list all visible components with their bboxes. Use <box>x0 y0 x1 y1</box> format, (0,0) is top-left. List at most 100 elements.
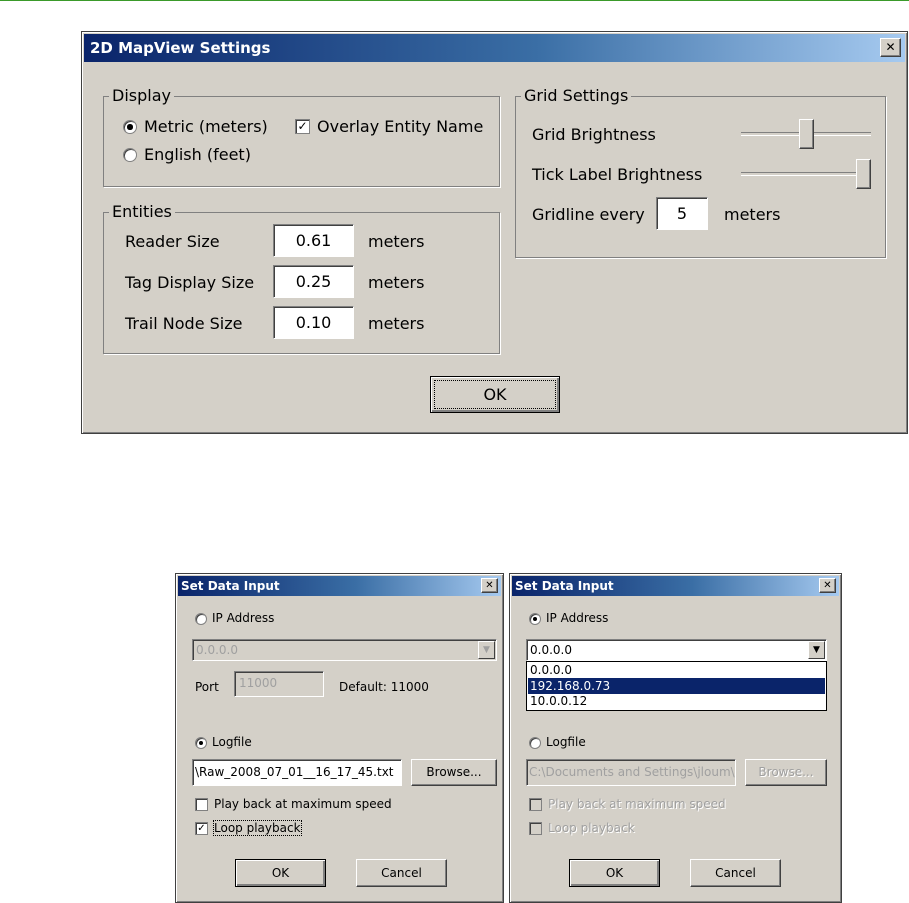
metric-radio[interactable] <box>123 120 137 134</box>
ip-option-label: 10.0.0.12 <box>530 694 588 708</box>
overlay-entity-name-checkbox[interactable]: ✓ <box>295 119 310 134</box>
reader-size-label: Reader Size <box>125 232 220 251</box>
ip-address-label: IP Address <box>212 611 275 625</box>
dialog-title: Set Data Input <box>515 579 614 593</box>
port-input[interactable]: 11000 <box>234 671 324 697</box>
ip-address-radio[interactable] <box>195 613 207 625</box>
tag-display-size-unit: meters <box>368 273 425 292</box>
play-back-max-speed-label: Play back at maximum speed <box>214 797 392 811</box>
reader-size-value: 0.61 <box>295 231 332 250</box>
ip-address-dropdown-list: 0.0.0.0 192.168.0.73 10.0.0.12 <box>526 661 827 711</box>
ip-address-value: 0.0.0.0 <box>530 643 572 657</box>
browse-label: Browse... <box>758 765 814 779</box>
cancel-button[interactable]: Cancel <box>356 859 447 887</box>
display-group: Display Metric (meters) ✓ Overlay Entity… <box>103 86 500 187</box>
play-back-max-speed-label: Play back at maximum speed <box>548 797 726 811</box>
display-group-label: Display <box>109 86 174 105</box>
mapview-settings-dialog: 2D MapView Settings ✕ Display Metric (me… <box>81 31 908 434</box>
focus-rect <box>434 380 556 409</box>
logfile-label: Logfile <box>546 735 586 749</box>
ok-button[interactable]: OK <box>235 859 326 887</box>
ip-address-label: IP Address <box>546 611 609 625</box>
trail-node-size-unit: meters <box>368 314 425 333</box>
ip-option-highlighted[interactable]: 192.168.0.73 <box>528 678 825 694</box>
ip-option-label: 0.0.0.0 <box>530 663 572 677</box>
close-button[interactable]: ✕ <box>481 578 498 593</box>
reader-size-unit: meters <box>368 232 425 251</box>
metric-label: Metric (meters) <box>144 117 268 136</box>
grid-settings-group: Grid Settings Grid Brightness Tick Label… <box>515 86 886 258</box>
tick-label-brightness-label: Tick Label Brightness <box>532 165 703 184</box>
trail-node-size-label: Trail Node Size <box>125 314 243 333</box>
tick-label-brightness-slider-thumb[interactable] <box>856 159 871 189</box>
ip-address-value: 0.0.0.0 <box>196 643 238 657</box>
logfile-path-input[interactable]: \Raw_2008_07_01__16_17_45.txt <box>192 759 402 786</box>
set-data-input-dialog-right: Set Data Input ✕ IP Address 0.0.0.0 ▼ 0.… <box>509 573 842 903</box>
dialog-title: Set Data Input <box>181 579 280 593</box>
port-label: Port <box>195 680 219 694</box>
reader-size-input[interactable]: 0.61 <box>273 224 354 257</box>
ip-address-combobox[interactable]: 0.0.0.0 ▼ <box>192 639 497 661</box>
title-bar: Set Data Input ✕ <box>178 576 501 596</box>
chevron-down-icon: ▼ <box>813 645 820 655</box>
ip-address-radio[interactable] <box>529 613 541 625</box>
set-data-input-dialog-left: Set Data Input ✕ IP Address 0.0.0.0 ▼ Po… <box>175 573 504 903</box>
dropdown-button[interactable]: ▼ <box>478 641 495 659</box>
port-default-label: Default: 11000 <box>339 680 429 694</box>
tick-label-brightness-track[interactable] <box>741 172 871 176</box>
browse-button[interactable]: Browse... <box>411 759 497 786</box>
logfile-label: Logfile <box>212 735 252 749</box>
logfile-path-input[interactable]: C:\Documents and Settings\jloum\ <box>526 759 736 786</box>
logfile-path-value: C:\Documents and Settings\jloum\ <box>529 765 735 779</box>
loop-playback-label: Loop playback <box>548 821 635 835</box>
dialog-title: 2D MapView Settings <box>90 39 271 57</box>
gridline-every-unit: meters <box>724 205 781 224</box>
dropdown-button[interactable]: ▼ <box>808 641 825 659</box>
loop-playback-checkbox[interactable]: ✓ <box>195 822 208 835</box>
gridline-every-label: Gridline every <box>532 205 645 224</box>
title-bar: Set Data Input ✕ <box>512 576 839 596</box>
entities-group-label: Entities <box>109 202 175 221</box>
ip-address-combobox[interactable]: 0.0.0.0 ▼ <box>526 639 827 661</box>
tag-display-size-label: Tag Display Size <box>125 273 255 292</box>
ok-label: OK <box>271 866 290 880</box>
loop-playback-checkbox[interactable] <box>529 822 542 835</box>
chevron-down-icon: ▼ <box>483 645 490 655</box>
trail-node-size-input[interactable]: 0.10 <box>273 306 354 339</box>
ip-option[interactable]: 10.0.0.12 <box>528 694 825 709</box>
ok-label: OK <box>605 866 624 880</box>
grid-settings-group-label: Grid Settings <box>521 86 632 105</box>
logfile-radio[interactable] <box>529 737 541 749</box>
tag-display-size-value: 0.25 <box>295 272 332 291</box>
accent-line <box>0 0 909 1</box>
tag-display-size-input[interactable]: 0.25 <box>273 265 354 298</box>
title-bar: 2D MapView Settings ✕ <box>84 34 905 62</box>
logfile-radio[interactable] <box>195 737 207 749</box>
play-back-max-speed-checkbox[interactable] <box>195 798 208 811</box>
cancel-label: Cancel <box>381 866 422 880</box>
close-button[interactable]: ✕ <box>880 38 901 57</box>
entities-group: Entities Reader Size 0.61 meters Tag Dis… <box>103 202 500 354</box>
play-back-max-speed-checkbox[interactable] <box>529 798 542 811</box>
ok-button[interactable]: OK <box>430 376 560 413</box>
port-value: 11000 <box>239 676 278 690</box>
ok-button[interactable]: OK <box>569 859 660 887</box>
ip-option-label: 192.168.0.73 <box>530 679 611 693</box>
logfile-path-value: \Raw_2008_07_01__16_17_45.txt <box>195 765 394 779</box>
trail-node-size-value: 0.10 <box>295 313 332 332</box>
english-radio[interactable] <box>123 148 137 162</box>
ip-option[interactable]: 0.0.0.0 <box>528 663 825 678</box>
close-icon: ✕ <box>885 40 896 54</box>
grid-brightness-slider-thumb[interactable] <box>798 119 814 149</box>
close-icon: ✕ <box>823 580 832 591</box>
browse-label: Browse... <box>426 765 482 779</box>
gridline-every-input[interactable]: 5 <box>656 197 708 230</box>
gridline-every-value: 5 <box>676 204 688 223</box>
cancel-button[interactable]: Cancel <box>690 859 781 887</box>
browse-button[interactable]: Browse... <box>745 759 827 786</box>
close-icon: ✕ <box>485 580 494 591</box>
close-button[interactable]: ✕ <box>819 578 836 593</box>
overlay-entity-name-label: Overlay Entity Name <box>317 117 484 136</box>
english-label: English (feet) <box>144 145 251 164</box>
loop-playback-label: Loop playback <box>213 820 302 836</box>
